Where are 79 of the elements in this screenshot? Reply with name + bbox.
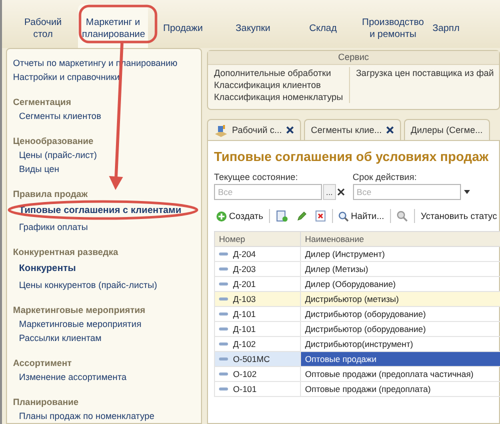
navigation-link[interactable]: Конкуренты	[13, 260, 195, 277]
filter-label: Срок действия:	[352, 171, 418, 183]
group-title: Ассортимент	[13, 357, 73, 369]
item-icon	[219, 372, 228, 376]
item-icon	[219, 387, 228, 391]
filter-label: Текущее состояние:	[214, 171, 299, 183]
clear-icon[interactable]	[336, 188, 345, 196]
toolbar-button[interactable]: Создать	[214, 210, 266, 222]
search-cancel-icon	[396, 210, 408, 222]
group-title: Планирование	[13, 396, 80, 408]
filter-field[interactable]: Все	[352, 184, 461, 200]
document-tab[interactable]: Дилеры (Сегме...	[404, 119, 490, 140]
group-title: Маркетинговые мероприятия	[13, 304, 146, 316]
group-title: Правила продаж	[13, 188, 89, 200]
tab-label: Дилеры (Сегме...	[410, 125, 483, 135]
copy-icon	[276, 210, 288, 222]
navigation-link[interactable]: Графики оплаты	[13, 221, 195, 233]
tab-label: Рабочий с...	[232, 125, 282, 135]
cell-text: О-101	[233, 384, 257, 394]
cell-text: Д-203	[233, 264, 256, 274]
document-tab[interactable]: Рабочий с...	[207, 119, 301, 140]
navigation-link[interactable]: Рассылки клиентам	[13, 332, 195, 344]
command-link[interactable]: Загрузка цен поставщика из фай	[356, 67, 494, 79]
item-icon	[219, 297, 228, 301]
item-icon	[219, 327, 228, 331]
item-icon	[219, 342, 228, 346]
section-tab[interactable]: Зарпл	[428, 4, 464, 48]
toolbar-button[interactable]: Установить статус	[418, 211, 499, 221]
navigation-link[interactable]: Изменение ассортимента	[13, 371, 195, 383]
navigation-link[interactable]: Планы продаж по номенклатуре	[13, 410, 195, 422]
cell-text: Д-101	[233, 324, 256, 334]
cell-text: Д-103	[233, 294, 256, 304]
plus-icon	[216, 210, 227, 222]
group-title: Ценообразование	[13, 135, 94, 147]
item-icon	[219, 282, 228, 286]
pencil-icon	[296, 210, 307, 222]
section-tab[interactable]: Продажи	[148, 4, 218, 48]
document-tab[interactable]: Сегменты клие...	[304, 119, 401, 140]
choose-button[interactable]: ...	[323, 184, 336, 200]
tab-label: Сегменты клие...	[310, 125, 382, 135]
close-icon[interactable]	[286, 126, 294, 134]
desk-icon	[214, 124, 228, 136]
section-tab[interactable]: Производство и ремонты	[358, 4, 428, 48]
search-icon	[338, 210, 349, 222]
item-icon	[219, 267, 228, 271]
command-link[interactable]: Дополнительные обработки	[214, 67, 343, 79]
cell-text: Д-204	[233, 249, 256, 259]
filter-field[interactable]: Все	[214, 184, 322, 200]
command-link[interactable]: Классификация номенклатуры	[214, 91, 343, 103]
group-title: Сегментация	[13, 96, 72, 108]
close-icon[interactable]	[386, 126, 394, 134]
table-cell: Дистрибьютор (метизы)	[300, 292, 500, 306]
section-tab[interactable]: Рабочий стол	[8, 4, 78, 48]
cell-text: Д-102	[233, 339, 256, 349]
section-tab[interactable]: Склад	[288, 4, 358, 48]
item-icon	[219, 357, 228, 361]
cell-text: Д-101	[233, 309, 256, 319]
navigation-link[interactable]: Цены (прайс-лист)	[13, 149, 195, 161]
cell-text: О-501МС	[233, 354, 270, 364]
item-icon	[219, 312, 228, 316]
navigation-link[interactable]: Настройки и справочники	[13, 71, 195, 83]
group-title: Конкурентная разведка	[13, 246, 120, 258]
toolbar-button[interactable]: Найти...	[336, 210, 386, 222]
item-icon	[219, 252, 228, 256]
table-cell: Оптовые продажи	[300, 352, 500, 366]
cell-text: Д-201	[233, 279, 256, 289]
navigation-link[interactable]: Маркетинговые мероприятия	[13, 318, 195, 330]
column-header[interactable]: Номер	[214, 232, 300, 246]
navigation-link[interactable]: Сегменты клиентов	[13, 110, 195, 122]
section-tab[interactable]: Закупки	[218, 4, 288, 48]
column-header[interactable]: Наименование	[300, 232, 500, 246]
command-link[interactable]: Классификация клиентов	[214, 79, 343, 91]
form-title: Типовые соглашения об условиях продаж	[214, 148, 490, 166]
panel-title: Сервис	[208, 51, 499, 65]
navigation-link[interactable]: Виды цен	[13, 163, 195, 175]
navigation-link[interactable]: Типовые соглашения с клиентами	[13, 202, 195, 219]
cell-text: О-102	[233, 369, 257, 379]
delete-icon	[314, 210, 326, 222]
navigation-link[interactable]: Цены конкурентов (прайс-листы)	[13, 279, 195, 291]
